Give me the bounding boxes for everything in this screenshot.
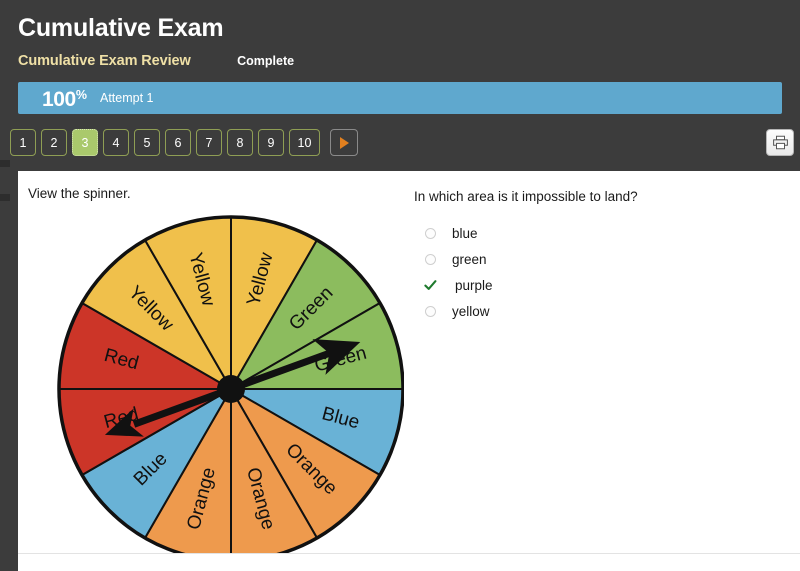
printer-icon bbox=[772, 135, 788, 150]
question-pager: 1 2 3 4 5 6 7 8 9 10 bbox=[10, 129, 358, 156]
option-row-blue[interactable]: blue bbox=[414, 220, 784, 246]
print-button[interactable] bbox=[766, 129, 794, 156]
pager-item-2[interactable]: 2 bbox=[41, 129, 67, 156]
option-label-green: green bbox=[452, 251, 487, 267]
radio-icon-blue[interactable] bbox=[425, 227, 436, 239]
exam-review-label: Cumulative Exam Review bbox=[18, 53, 191, 69]
score-value: 100% bbox=[42, 87, 87, 112]
pager-item-4[interactable]: 4 bbox=[103, 129, 129, 156]
radio-icon-yellow[interactable] bbox=[425, 305, 436, 317]
scrollbar-notch-bottom bbox=[0, 194, 10, 201]
question-block: In which area is it impossible to land? … bbox=[414, 189, 784, 324]
scrollbar-notch-top bbox=[0, 160, 10, 167]
page-title: Cumulative Exam bbox=[18, 14, 224, 42]
page-header: Cumulative Exam Cumulative Exam Review C… bbox=[0, 0, 800, 125]
pager-item-10[interactable]: 10 bbox=[289, 129, 320, 156]
question-text: In which area is it impossible to land? bbox=[414, 189, 638, 204]
pager-item-5[interactable]: 5 bbox=[134, 129, 160, 156]
pager-item-1[interactable]: 1 bbox=[10, 129, 36, 156]
spinner-wheel: YellowGreenGreenBlueOrangeOrangeOrangeBl… bbox=[57, 215, 405, 563]
option-label-purple: purple bbox=[455, 277, 493, 293]
status-badge: Complete bbox=[237, 54, 295, 68]
pager-item-8[interactable]: 8 bbox=[227, 129, 253, 156]
score-progress-bar: 100% Attempt 1 bbox=[18, 82, 782, 114]
option-row-yellow[interactable]: yellow bbox=[414, 298, 784, 324]
attempt-label: Attempt 1 bbox=[100, 91, 154, 105]
check-icon-purple bbox=[424, 279, 437, 292]
percent-symbol: % bbox=[75, 88, 87, 102]
option-label-yellow: yellow bbox=[452, 303, 490, 319]
pager-item-6[interactable]: 6 bbox=[165, 129, 191, 156]
radio-icon-green[interactable] bbox=[425, 253, 436, 265]
quiz-page: Cumulative Exam Cumulative Exam Review C… bbox=[0, 0, 800, 571]
option-label-blue: blue bbox=[452, 225, 478, 241]
pager-item-7[interactable]: 7 bbox=[196, 129, 222, 156]
pager-item-3[interactable]: 3 bbox=[72, 129, 98, 156]
option-row-purple[interactable]: purple bbox=[414, 272, 784, 298]
content-bottom-strip bbox=[18, 553, 800, 571]
pager-item-9[interactable]: 9 bbox=[258, 129, 284, 156]
next-question-button[interactable] bbox=[330, 129, 358, 156]
play-triangle-icon bbox=[339, 136, 349, 149]
spinner-figure: YellowGreenGreenBlueOrangeOrangeOrangeBl… bbox=[24, 199, 405, 563]
score-number: 100 bbox=[42, 88, 76, 111]
page-scrollbar[interactable] bbox=[0, 160, 10, 571]
spinner-hub bbox=[217, 375, 245, 403]
subtitle-row: Cumulative Exam Review Complete bbox=[18, 52, 294, 70]
question-content-panel: View the spinner. YellowGreenGreenBlueOr… bbox=[18, 171, 800, 563]
option-row-green[interactable]: green bbox=[414, 246, 784, 272]
